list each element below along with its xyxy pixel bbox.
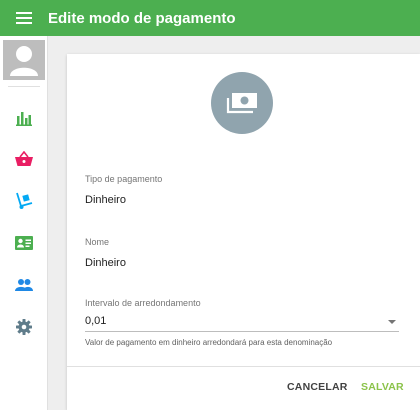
people-icon (15, 279, 33, 291)
cancel-button[interactable]: CANCELAR (287, 381, 348, 393)
rounding-select[interactable]: 0,01 (85, 312, 399, 332)
save-button[interactable]: SALVAR (361, 381, 404, 393)
page-title: Edite modo de pagamento (48, 9, 236, 27)
user-icon (10, 46, 38, 76)
name-field[interactable]: Dinheiro (85, 257, 126, 269)
gear-icon (16, 319, 32, 335)
sidebar-item-sales[interactable] (0, 144, 48, 174)
sidebar-item-customers[interactable] (0, 228, 48, 258)
payment-form-card: Tipo de pagamento Dinheiro Nome Dinheiro… (67, 54, 420, 410)
dropdown-arrow-icon (388, 320, 396, 324)
id-card-icon (15, 236, 33, 250)
sidebar (0, 36, 48, 410)
sidebar-item-inventory[interactable] (0, 186, 48, 216)
name-label: Nome (85, 237, 110, 247)
payment-type-label: Tipo de pagamento (85, 174, 163, 184)
sidebar-item-employees[interactable] (0, 270, 48, 300)
rounding-helper-text: Valor de pagamento em dinheiro arredonda… (85, 338, 333, 347)
hand-truck-icon (16, 192, 33, 209)
chart-icon (16, 112, 32, 126)
basket-icon (15, 151, 33, 166)
rounding-value: 0,01 (85, 315, 107, 327)
payment-type-avatar (211, 72, 273, 134)
avatar[interactable] (3, 40, 45, 80)
menu-button[interactable] (0, 0, 48, 36)
cash-icon (226, 93, 257, 114)
app-bar: Edite modo de pagamento (0, 0, 420, 36)
menu-icon (16, 12, 32, 24)
sidebar-item-reports[interactable] (0, 103, 48, 133)
divider (8, 86, 40, 87)
card-divider (67, 366, 420, 367)
payment-type-value: Dinheiro (85, 194, 126, 206)
rounding-label: Intervalo de arredondamento (85, 298, 201, 308)
sidebar-item-settings[interactable] (0, 312, 48, 342)
